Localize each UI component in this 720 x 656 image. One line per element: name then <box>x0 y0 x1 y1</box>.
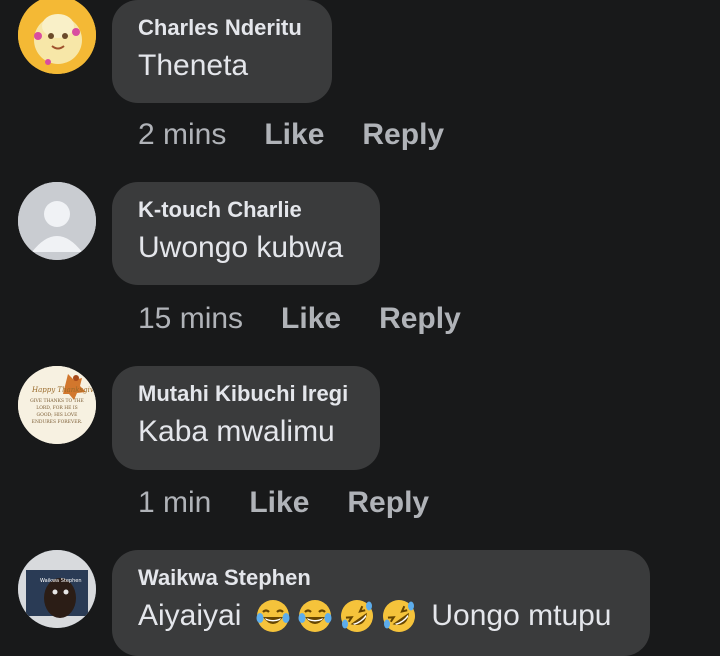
comment-time[interactable]: 1 min <box>138 486 211 520</box>
comment-time[interactable]: 2 mins <box>138 118 226 152</box>
comment-text-after: Uongo mtupu <box>431 599 612 632</box>
comment-text: Kaba mwalimu <box>138 415 335 448</box>
reply-button[interactable]: Reply <box>379 302 461 336</box>
svg-text:ENDURES FOREVER.: ENDURES FOREVER. <box>32 419 83 425</box>
photo-avatar-icon: Waikwa Stephen <box>18 550 96 628</box>
comment-text-before: Aiyaiyai <box>138 599 242 632</box>
svg-text:Waikwa Stephen: Waikwa Stephen <box>40 578 82 584</box>
comment-actions: 2 mins Like Reply <box>138 118 444 152</box>
comment-actions: 15 mins Like Reply <box>138 302 461 336</box>
like-button[interactable]: Like <box>264 118 324 152</box>
comment-text: Theneta <box>138 49 249 82</box>
comment-author[interactable]: Waikwa Stephen <box>138 564 624 592</box>
comment-text: Uwongo kubwa <box>138 231 344 264</box>
comment-author[interactable]: Charles Nderitu <box>138 14 306 42</box>
avatar[interactable]: Happy Thanksgiving GIVE THANKS TO THE LO… <box>18 366 96 444</box>
default-profile-icon <box>18 182 96 260</box>
like-button[interactable]: Like <box>249 486 309 520</box>
like-button[interactable]: Like <box>281 302 341 336</box>
comment-time[interactable]: 15 mins <box>138 302 243 336</box>
cartoon-avatar-icon <box>18 0 96 74</box>
svg-text:LORD, FOR HE IS: LORD, FOR HE IS <box>36 405 78 411</box>
avatar[interactable] <box>18 182 96 260</box>
emoji-group <box>255 598 423 634</box>
reply-button[interactable]: Reply <box>362 118 444 152</box>
svg-text:GOOD; HIS LOVE: GOOD; HIS LOVE <box>37 412 78 418</box>
svg-text:Happy Thanksgiving: Happy Thanksgiving <box>31 386 96 394</box>
comment-bubble: Mutahi Kibuchi Iregi Kaba mwalimu <box>112 366 380 470</box>
rolling-laughing-emoji <box>341 600 374 632</box>
tears-of-joy-emoji <box>298 600 332 632</box>
comment-bubble: Charles Nderitu Theneta <box>112 0 332 103</box>
comment-actions: 1 min Like Reply <box>138 486 429 520</box>
avatar[interactable] <box>18 0 96 74</box>
tears-of-joy-emoji <box>256 600 290 632</box>
comment-bubble: Waikwa Stephen Aiyaiyai Uongo mtupu <box>112 550 650 656</box>
reply-button[interactable]: Reply <box>347 486 429 520</box>
avatar[interactable]: Waikwa Stephen <box>18 550 96 628</box>
comment-author[interactable]: Mutahi Kibuchi Iregi <box>138 380 354 408</box>
comment-bubble: K-touch Charlie Uwongo kubwa <box>112 182 380 285</box>
comment-author[interactable]: K-touch Charlie <box>138 196 354 224</box>
comment-text: Aiyaiyai Uongo mtupu <box>138 596 624 636</box>
thanksgiving-card-icon: Happy Thanksgiving GIVE THANKS TO THE LO… <box>18 366 96 444</box>
svg-text:GIVE THANKS TO THE: GIVE THANKS TO THE <box>30 398 84 404</box>
rolling-laughing-emoji <box>383 600 416 632</box>
